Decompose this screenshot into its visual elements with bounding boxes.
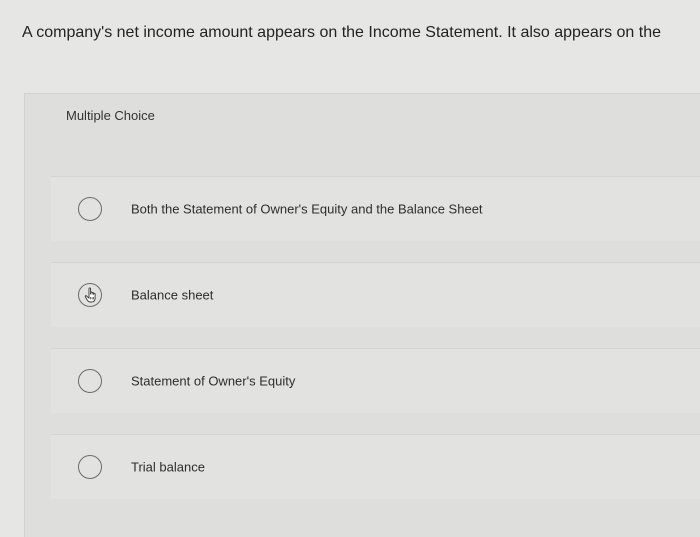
option-label: Balance sheet [131,287,214,303]
option-balance-sheet[interactable]: Balance sheet [51,262,700,327]
option-label: Statement of Owner's Equity [131,373,296,389]
multiple-choice-panel: Multiple Choice Both the Statement of Ow… [24,93,700,537]
option-statement-owners-equity[interactable]: Statement of Owner's Equity [51,348,700,413]
radio-button-icon[interactable] [78,283,102,307]
radio-button-icon[interactable] [78,197,102,221]
option-both-statements[interactable]: Both the Statement of Owner's Equity and… [51,176,700,241]
option-label: Both the Statement of Owner's Equity and… [131,201,483,217]
option-trial-balance[interactable]: Trial balance [51,434,700,499]
radio-button-icon[interactable] [78,369,102,393]
question-text: A company's net income amount appears on… [22,24,661,41]
option-label: Trial balance [131,459,205,475]
multiple-choice-label: Multiple Choice [66,108,155,123]
radio-button-icon[interactable] [78,455,102,479]
hand-pointer-icon [84,287,96,303]
